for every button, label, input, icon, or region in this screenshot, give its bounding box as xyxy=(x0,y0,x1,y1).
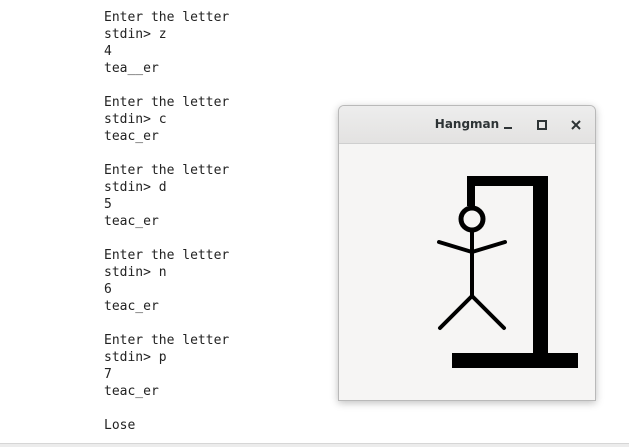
console-line: 5 xyxy=(104,197,112,212)
minimize-button[interactable] xyxy=(497,114,519,136)
minimize-icon xyxy=(504,127,512,129)
gallows-rope xyxy=(467,176,475,206)
console-line: 4 xyxy=(104,44,112,59)
console-line: Enter the letter xyxy=(104,163,230,178)
hangman-right-arm xyxy=(470,240,507,254)
gallows-post xyxy=(533,176,548,360)
console-line: 6 xyxy=(104,282,112,297)
console-line: stdin> n xyxy=(104,265,167,280)
console-line: teac_er xyxy=(104,129,159,144)
console-line: stdin> z xyxy=(104,27,167,42)
console-line: 7 xyxy=(104,367,112,382)
console-line: teac_er xyxy=(104,214,159,229)
console-line: Enter the letter xyxy=(104,95,230,110)
window-title: Hangman xyxy=(434,117,500,131)
hangman-left-arm xyxy=(437,240,474,254)
console-line: tea__er xyxy=(104,61,159,76)
maximize-icon xyxy=(537,120,547,130)
console-line: teac_er xyxy=(104,299,159,314)
gallows-base xyxy=(452,353,578,368)
console-line: stdin> p xyxy=(104,350,167,365)
close-button[interactable] xyxy=(565,114,587,136)
hangman-right-leg xyxy=(470,294,506,330)
window-bottom-border xyxy=(0,443,629,447)
gallows-beam xyxy=(467,176,548,186)
console-line: Lose xyxy=(104,418,136,433)
console-line: Enter the letter xyxy=(104,248,230,263)
window-titlebar[interactable]: Hangman xyxy=(339,106,595,144)
hangman-window[interactable]: Hangman xyxy=(338,105,596,401)
console-line: teac_er xyxy=(104,384,159,399)
maximize-button[interactable] xyxy=(531,114,553,136)
close-icon xyxy=(571,120,581,130)
console-output: Enter the letter stdin> z 4 tea__er Ente… xyxy=(104,9,229,434)
hangman-canvas xyxy=(339,144,595,400)
console-line: Enter the letter xyxy=(104,333,230,348)
hangman-drawing xyxy=(437,176,578,368)
hangman-head xyxy=(458,205,486,233)
hangman-left-leg xyxy=(438,294,474,330)
console-line: stdin> d xyxy=(104,180,167,195)
console-line: stdin> c xyxy=(104,112,167,127)
console-line: Enter the letter xyxy=(104,10,230,25)
